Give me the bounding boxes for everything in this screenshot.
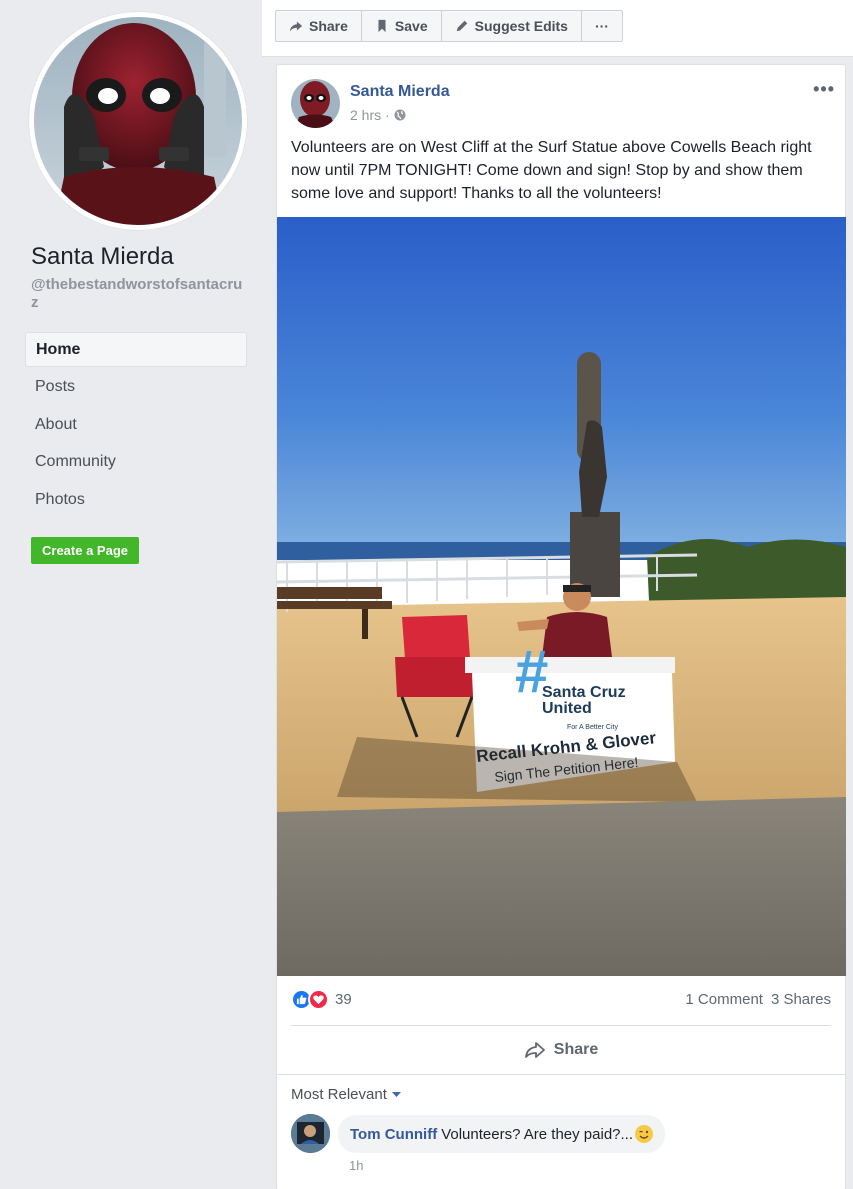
comments-count-link[interactable]: 1 Comment	[685, 991, 763, 1008]
action-button-group: Share Save Suggest Edits ···	[275, 10, 623, 42]
post-author-name[interactable]: Santa Mierda	[350, 83, 450, 101]
post-options-button[interactable]: •••	[813, 79, 835, 100]
banner-tagline: For A Better City	[567, 724, 618, 731]
page-handle[interactable]: @thebestandworstofsantacruz	[31, 276, 246, 312]
comment-bubble: Tom Cunniff Volunteers? Are they paid?..…	[338, 1115, 666, 1153]
share-page-button[interactable]: Share	[276, 11, 362, 41]
save-page-label: Save	[394, 18, 428, 34]
sidebar-item-community[interactable]: Community	[25, 445, 247, 483]
suggest-edits-button[interactable]: Suggest Edits	[442, 11, 582, 41]
post-photo[interactable]: # Santa Cruz United For A Better City Re…	[277, 217, 846, 976]
page-name[interactable]: Santa Mierda	[31, 243, 174, 271]
share-page-label: Share	[309, 18, 348, 34]
profile-picture[interactable]	[29, 12, 247, 230]
more-options-button[interactable]: ···	[582, 11, 622, 41]
sidebar-item-about[interactable]: About	[25, 408, 247, 446]
commenter-avatar[interactable]	[291, 1114, 330, 1153]
post-timestamp[interactable]: 2 hrs ·	[350, 107, 406, 123]
left-sidebar: Santa Mierda @thebestandworstofsantacruz…	[0, 0, 260, 1189]
pencil-icon	[456, 20, 467, 32]
sidebar-nav: Home Posts About Community Photos	[25, 332, 247, 520]
comment-sort-label: Most Relevant	[291, 1086, 387, 1103]
more-options-label: ···	[594, 18, 609, 34]
post-author-avatar[interactable]	[291, 79, 340, 128]
caret-down-icon	[391, 1091, 401, 1097]
banner-line2: United	[542, 700, 592, 717]
bookmark-icon	[378, 19, 386, 33]
save-page-button[interactable]: Save	[362, 11, 442, 41]
wink-emoji-icon	[635, 1125, 654, 1143]
comment-text: Volunteers? Are they paid?...	[441, 1125, 634, 1143]
post-share-button[interactable]: Share	[277, 1035, 845, 1065]
profile-picture-image	[34, 17, 242, 225]
divider	[291, 1025, 831, 1026]
post-share-label: Share	[553, 1041, 599, 1058]
sidebar-item-photos[interactable]: Photos	[25, 483, 247, 521]
sidebar-item-posts[interactable]: Posts	[25, 370, 247, 408]
shares-count-link[interactable]: 3 Shares	[771, 991, 831, 1008]
comment-timestamp[interactable]: 1h	[349, 1158, 363, 1173]
share-arrow-icon	[289, 21, 303, 32]
comment-author[interactable]: Tom Cunniff	[350, 1126, 437, 1143]
love-reaction-icon	[308, 989, 329, 1010]
comment-sort-dropdown[interactable]: Most Relevant	[291, 1086, 401, 1103]
banner-line1: Santa Cruz	[542, 684, 626, 701]
divider	[277, 1074, 845, 1075]
post-body-text: Volunteers are on West Cliff at the Surf…	[291, 139, 812, 202]
create-page-button[interactable]: Create a Page	[31, 537, 139, 564]
suggest-edits-label: Suggest Edits	[474, 18, 568, 34]
globe-icon	[394, 109, 406, 121]
share-icon	[524, 1042, 545, 1058]
reaction-summary[interactable]: 39	[291, 989, 352, 1010]
post-card: Santa Mierda 2 hrs · ••• Volunteers are …	[276, 64, 846, 1189]
reaction-count: 39	[335, 991, 352, 1008]
page-action-bar: Share Save Suggest Edits ···	[262, 0, 853, 57]
post-time-text: 2 hrs ·	[350, 107, 390, 123]
engagement-counts: 1 Comment 3 Shares	[685, 991, 831, 1008]
sidebar-item-home[interactable]: Home	[25, 332, 247, 367]
